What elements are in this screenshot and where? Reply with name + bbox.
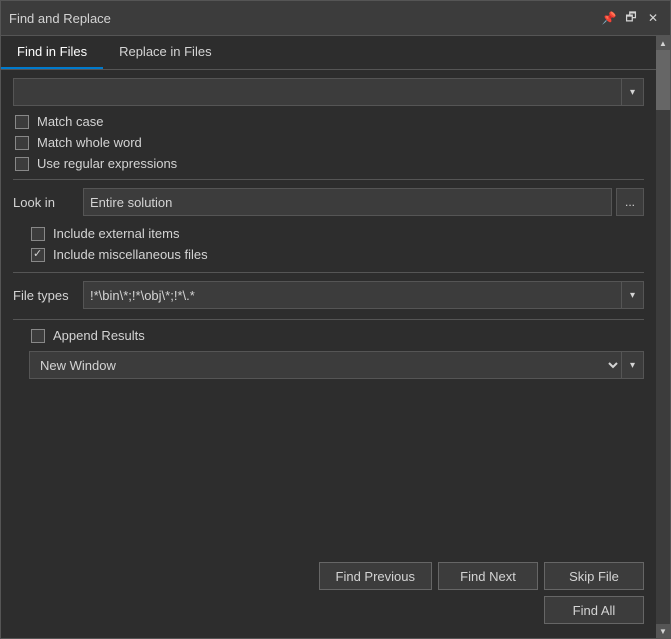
tabs-container: Find in Files Replace in Files bbox=[1, 36, 656, 70]
look-in-select-wrapper: Entire solution Current Project Current … bbox=[83, 188, 644, 216]
look-in-browse-btn[interactable]: ... bbox=[616, 188, 644, 216]
look-in-select[interactable]: Entire solution Current Project Current … bbox=[83, 188, 612, 216]
output-select[interactable]: New Window Find Results 1 Find Results 2 bbox=[29, 351, 622, 379]
search-dropdown-btn[interactable]: ▾ bbox=[622, 78, 644, 106]
include-external-checkbox[interactable] bbox=[31, 227, 45, 241]
scrollbar-thumb[interactable] bbox=[656, 50, 670, 110]
match-whole-word-checkbox[interactable] bbox=[15, 136, 29, 150]
file-types-input[interactable] bbox=[83, 281, 622, 309]
match-whole-word-label[interactable]: Match whole word bbox=[37, 135, 142, 150]
include-misc-checkbox[interactable] bbox=[31, 248, 45, 262]
scrollbar: ▲ ▼ bbox=[656, 36, 670, 638]
scrollbar-down-btn[interactable]: ▼ bbox=[656, 624, 670, 638]
match-case-row: Match case bbox=[13, 114, 644, 129]
close-button[interactable]: ✕ bbox=[644, 9, 662, 27]
file-types-input-wrap: ▾ bbox=[83, 281, 644, 309]
include-external-row: Include external items bbox=[29, 226, 644, 241]
window-controls: 📌 🗗 ✕ bbox=[600, 9, 662, 27]
match-case-checkbox[interactable] bbox=[15, 115, 29, 129]
search-row: ▾ bbox=[13, 78, 644, 106]
tab-replace-in-files[interactable]: Replace in Files bbox=[103, 36, 228, 69]
file-types-dropdown-btn[interactable]: ▾ bbox=[622, 281, 644, 309]
file-types-label: File types bbox=[13, 288, 83, 303]
find-previous-button[interactable]: Find Previous bbox=[319, 562, 432, 590]
restore-button[interactable]: 🗗 bbox=[622, 9, 640, 27]
use-regex-label[interactable]: Use regular expressions bbox=[37, 156, 177, 171]
include-misc-label[interactable]: Include miscellaneous files bbox=[53, 247, 208, 262]
append-results-checkbox[interactable] bbox=[31, 329, 45, 343]
look-in-label: Look in bbox=[13, 195, 83, 210]
scrollbar-up-btn[interactable]: ▲ bbox=[656, 36, 670, 50]
title-bar: Find and Replace 📌 🗗 ✕ bbox=[1, 1, 670, 36]
search-input[interactable] bbox=[13, 78, 622, 106]
buttons-area: Find Previous Find Next Skip File Find A… bbox=[1, 554, 656, 638]
match-whole-word-row: Match whole word bbox=[13, 135, 644, 150]
use-regex-row: Use regular expressions bbox=[13, 156, 644, 171]
output-dropdown-btn[interactable]: ▾ bbox=[622, 351, 644, 379]
divider-2 bbox=[13, 272, 644, 273]
file-types-row: File types ▾ bbox=[13, 281, 644, 309]
btn-row-2: Find All bbox=[13, 596, 644, 624]
append-results-row: Append Results bbox=[29, 328, 644, 343]
divider-1 bbox=[13, 179, 644, 180]
match-case-label[interactable]: Match case bbox=[37, 114, 103, 129]
look-in-row: Look in Entire solution Current Project … bbox=[13, 188, 644, 216]
main-panel: Find in Files Replace in Files ▾ Match c… bbox=[1, 36, 656, 638]
append-results-label[interactable]: Append Results bbox=[53, 328, 145, 343]
divider-3 bbox=[13, 319, 644, 320]
form-area: ▾ Match case Match whole word Use regula… bbox=[1, 70, 656, 554]
find-all-button[interactable]: Find All bbox=[544, 596, 644, 624]
section-checkboxes: Include external items Include miscellan… bbox=[13, 226, 644, 262]
pin-button[interactable]: 📌 bbox=[600, 9, 618, 27]
skip-file-button[interactable]: Skip File bbox=[544, 562, 644, 590]
include-external-label[interactable]: Include external items bbox=[53, 226, 179, 241]
find-replace-window: Find and Replace 📌 🗗 ✕ Find in Files Rep… bbox=[0, 0, 671, 639]
content-area: Find in Files Replace in Files ▾ Match c… bbox=[1, 36, 670, 638]
find-next-button[interactable]: Find Next bbox=[438, 562, 538, 590]
include-misc-row: Include miscellaneous files bbox=[29, 247, 644, 262]
btn-row-1: Find Previous Find Next Skip File bbox=[13, 562, 644, 590]
window-title: Find and Replace bbox=[9, 11, 600, 26]
result-section: Append Results bbox=[13, 328, 644, 343]
output-dropdown-wrap: New Window Find Results 1 Find Results 2… bbox=[13, 351, 644, 379]
tab-find-in-files[interactable]: Find in Files bbox=[1, 36, 103, 69]
scrollbar-thumb-area bbox=[656, 50, 670, 624]
use-regex-checkbox[interactable] bbox=[15, 157, 29, 171]
